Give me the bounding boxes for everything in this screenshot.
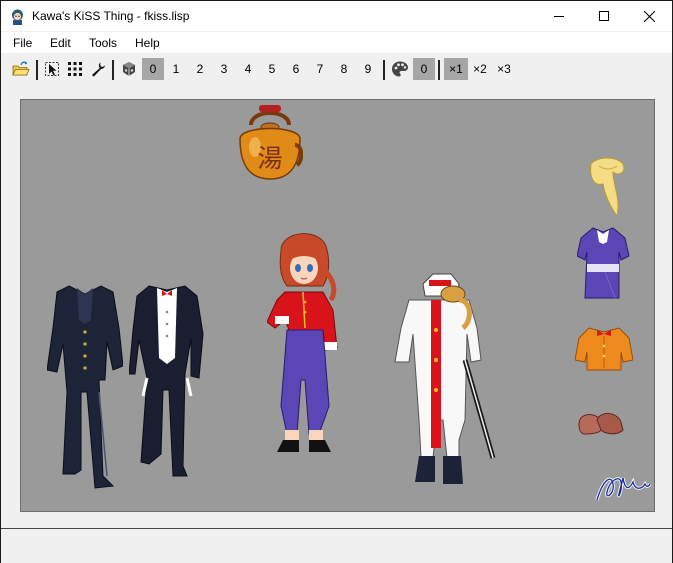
boy-uniform-cel[interactable] [47,280,123,490]
tuxedo-cel[interactable] [129,278,205,488]
kettle-kanji: 湯 [257,144,282,173]
set-7-button[interactable]: 7 [309,58,331,80]
zoom-x1-button[interactable]: ×1 [444,58,468,80]
toolbar-separator [112,60,114,80]
palette-icon [392,61,408,77]
toolbar-separator [438,60,440,80]
menu-help[interactable]: Help [135,36,160,50]
title-bar: Kawa's KiSS Thing - fkiss.lisp [1,1,672,31]
set-9-button[interactable]: 9 [357,58,379,80]
window-title: Kawa's KiSS Thing - fkiss.lisp [32,9,190,23]
sets-button[interactable] [119,58,139,80]
toolbar: 0 1 2 3 4 5 6 7 8 9 0 ×1 ×2 ×3 [1,55,672,83]
set-8-button[interactable]: 8 [333,58,355,80]
open-file-button[interactable] [11,58,31,80]
close-icon [643,10,655,22]
set-2-button[interactable]: 2 [189,58,211,80]
app-window: Kawa's KiSS Thing - fkiss.lisp File Edit… [0,0,673,563]
open-file-icon [12,61,30,76]
kettle-cel[interactable]: 湯 [237,103,303,181]
white-costume-cel[interactable] [389,270,499,492]
orange-jacket-cel[interactable] [575,324,633,372]
maximize-icon [599,11,609,21]
kiss-doll-icon [9,8,26,25]
wrench-icon [92,62,105,77]
minimize-icon [554,16,564,17]
artist-signature-cel [593,470,651,506]
ranma-doll-cel[interactable] [267,230,343,474]
grid-button[interactable] [65,58,85,80]
set-0-button[interactable]: 0 [142,58,164,80]
menu-tools[interactable]: Tools [89,36,117,50]
menu-file[interactable]: File [13,36,32,50]
select-cursor-icon [45,62,59,76]
maximize-button[interactable] [581,1,627,31]
shoes-cel[interactable] [577,408,625,436]
settings-button[interactable] [88,58,108,80]
doll-canvas[interactable]: 湯 [20,99,655,512]
menu-edit[interactable]: Edit [50,36,71,50]
toolbar-separator [36,60,38,80]
grid-icon [68,62,82,76]
set-6-button[interactable]: 6 [285,58,307,80]
zoom-x3-button[interactable]: ×3 [492,58,516,80]
scarf-cel[interactable] [587,156,627,218]
toolbar-separator [383,60,385,80]
select-tool-button[interactable] [42,58,62,80]
sets-icon [123,62,135,76]
close-button[interactable] [626,1,672,31]
purple-dress-cel[interactable] [577,224,631,302]
set-1-button[interactable]: 1 [165,58,187,80]
palette-button[interactable] [390,58,410,80]
palette-0-button[interactable]: 0 [413,58,435,80]
status-bar [1,528,672,563]
set-3-button[interactable]: 3 [213,58,235,80]
minimize-button[interactable] [536,1,582,31]
menu-bar: File Edit Tools Help [1,32,672,53]
set-4-button[interactable]: 4 [237,58,259,80]
set-5-button[interactable]: 5 [261,58,283,80]
zoom-x2-button[interactable]: ×2 [468,58,492,80]
